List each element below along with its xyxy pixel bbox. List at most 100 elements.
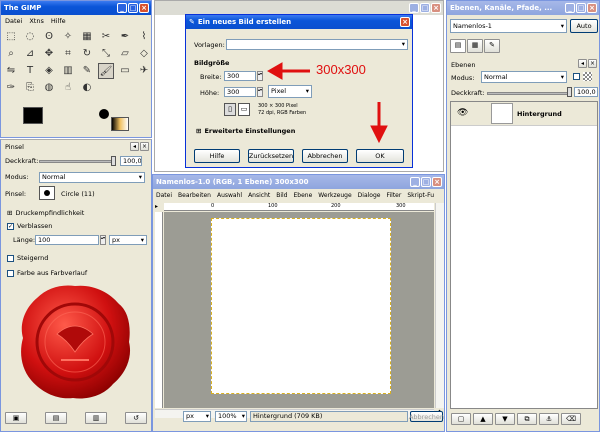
close-button[interactable]: × [139,3,149,13]
delete-layer-icon[interactable]: ⌫ [561,413,581,425]
rotate-icon[interactable]: ↻ [79,46,95,62]
auto-button[interactable]: Auto [570,19,598,33]
minimize-button[interactable]: _ [409,3,419,13]
menu-ansicht[interactable]: Ansicht [248,192,270,199]
toolbox-titlebar[interactable]: The GIMP _ □ × [1,1,151,15]
save-options-icon[interactable]: ▣ [5,412,27,424]
incremental-label[interactable]: Steigernd [17,254,48,262]
channels-tab-icon[interactable]: ▦ [467,39,483,53]
fade-checkbox[interactable]: ✓ [7,222,14,230]
layers-titlebar[interactable]: Ebenen, Kanäle, Pfade, ... _ □ × [447,1,599,15]
menu-arrow-icon[interactable]: ▸ [155,203,163,211]
length-input[interactable]: 100 [35,235,99,245]
minimize-button[interactable]: _ [565,3,575,13]
pencil-icon[interactable]: ✎ [79,63,95,79]
panel-menu-button[interactable]: ◂ [578,59,587,68]
foreground-color[interactable] [23,107,43,124]
anchor-layer-icon[interactable]: ⚓ [539,413,559,425]
paintbrush-icon[interactable]: 🖌 [98,63,114,79]
minimize-button[interactable]: _ [117,3,127,13]
ink-icon[interactable]: ✑ [3,80,19,96]
opacity-slider-handle[interactable] [111,156,116,166]
menu-dialoge[interactable]: Dialoge [358,192,381,199]
height-spinner[interactable]: ▴▾ [257,87,263,97]
maximize-button[interactable]: □ [128,3,138,13]
duplicate-layer-icon[interactable]: ⧉ [517,413,537,425]
layer-row[interactable]: 👁 Hintergrund [451,102,597,126]
width-input[interactable]: 300 [224,71,256,81]
airbrush-icon[interactable]: ✈ [136,63,151,79]
dodge-burn-icon[interactable]: ◐ [79,80,95,96]
help-button[interactable]: Hilfe [194,149,240,163]
color-select-icon[interactable]: ▦ [79,29,95,45]
menu-ebene[interactable]: Ebene [294,192,313,199]
flip-icon[interactable]: ⇋ [3,63,19,79]
advanced-options-label[interactable]: Erweiterte Einstellungen [204,127,295,135]
length-spinner[interactable]: ▴▾ [100,235,106,245]
close-button[interactable]: × [431,3,441,13]
dialog-titlebar[interactable]: ✎ Ein neues Bild erstellen × [186,15,412,29]
text-icon[interactable]: T [22,63,38,79]
maximize-button[interactable]: □ [576,3,586,13]
blend-icon[interactable]: ▥ [60,63,76,79]
menu-bearbeiten[interactable]: Bearbeiten [178,192,211,199]
restore-options-icon[interactable]: ▤ [45,412,67,424]
reset-options-icon[interactable]: ↺ [125,412,147,424]
measure-icon[interactable]: ⊿ [22,46,38,62]
eraser-icon[interactable]: ▭ [117,63,133,79]
image-window-titlebar[interactable]: Namenlos-1.0 (RGB, 1 Ebene) 300x300 _ □ × [153,175,444,189]
menu-datei[interactable]: Datei [5,17,22,25]
layers-opacity-handle[interactable] [567,87,572,97]
menu-hilfe[interactable]: Hilfe [51,17,66,25]
lower-layer-icon[interactable]: ▼ [495,413,515,425]
layers-mode-select[interactable]: Normal ▾ [481,71,567,83]
zoom-icon[interactable]: ⌕ [3,46,19,62]
close-button[interactable]: × [587,3,597,13]
mode-select[interactable]: Normal ▾ [39,172,145,183]
menu-filter[interactable]: Filter [386,192,401,199]
rect-select-icon[interactable]: ⬚ [3,29,19,45]
close-button[interactable]: × [400,17,410,27]
crop-icon[interactable]: ⌗ [60,46,76,62]
image-select[interactable]: Namenlos-1 ▾ [450,19,567,33]
panel-close-button[interactable]: × [588,59,597,68]
width-spinner[interactable]: ▴▾ [257,71,263,81]
bucket-fill-icon[interactable]: ◈ [41,63,57,79]
status-cancel-button[interactable]: Abbrechen [409,411,444,422]
height-input[interactable]: 300 [224,87,256,97]
layers-opacity-slider[interactable] [487,92,571,95]
scissors-icon[interactable]: ✂ [98,29,114,45]
landscape-button[interactable]: ▭ [238,103,250,116]
lasso-icon[interactable]: ʘ [41,29,57,45]
eye-icon[interactable]: 👁 [457,108,468,118]
vertical-scrollbar[interactable] [435,203,444,408]
move-icon[interactable]: ✥ [41,46,57,62]
fg-bg-colors[interactable] [23,107,53,133]
convolve-icon[interactable]: ◍ [41,80,57,96]
menu-skript-fu[interactable]: Skript-Fu [407,192,434,199]
paths-tab-icon[interactable]: ✎ [484,39,500,53]
expander-icon[interactable]: ⊞ [196,127,201,135]
brush-options-close-button[interactable]: × [140,142,149,151]
length-unit-select[interactable]: px ▾ [109,235,147,245]
maximize-button[interactable]: □ [420,3,430,13]
keep-transparency-checkbox[interactable] [573,73,580,80]
background-window-titlebar[interactable]: _ □ × [155,1,443,15]
zoom-select[interactable]: 100% ▾ [215,411,247,422]
menu-auswahl[interactable]: Auswahl [217,192,242,199]
layers-opacity-value[interactable]: 100,0 [574,87,598,97]
shear-icon[interactable]: ▱ [117,46,133,62]
portrait-button[interactable]: ▯ [224,103,236,116]
incremental-checkbox[interactable] [7,254,14,262]
delete-options-icon[interactable]: ▥ [85,412,107,424]
paths-icon[interactable]: ✒ [117,29,133,45]
canvas-area[interactable] [164,212,434,408]
menu-xtns[interactable]: Xtns [29,17,44,25]
perspective-icon[interactable]: ◇ [136,46,151,62]
gradient-checkbox[interactable] [7,269,14,277]
gradient-label[interactable]: Farbe aus Farbverlauf [17,269,87,277]
opacity-value[interactable]: 100,0 [120,156,142,166]
menu-bild[interactable]: Bild [276,192,287,199]
color-picker-icon[interactable]: ⌇ [136,29,151,45]
reset-button[interactable]: Zurücksetzen [248,149,294,163]
